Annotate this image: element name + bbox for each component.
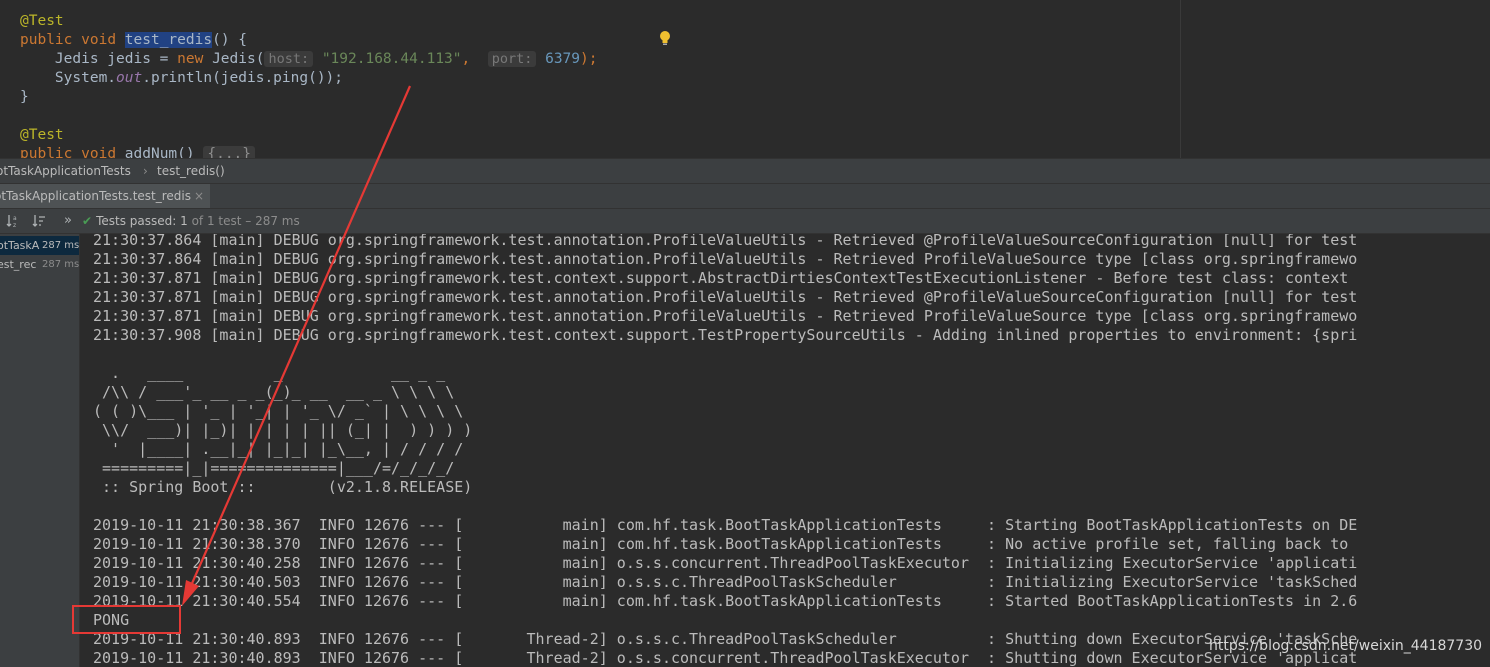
annotation-text: @Test [20,13,64,29]
param-hint-port: port: [487,51,537,67]
test-toolbar: a z » ✔ Tests passed: 1 of 1 test – 287 m… [0,208,1490,234]
annotation-text: @Test [20,127,64,143]
tab-label: otTaskApplicationTests.test_redis [0,189,191,203]
console-line: 21:30:37.871 [main] DEBUG org.springfram… [93,288,1358,306]
console-line: 2019-10-11 21:30:40.554 INFO 12676 --- [… [93,592,1358,610]
method-name: addNum() [124,146,195,158]
code-text: .println(jedis.ping()); [142,70,344,86]
console-line: 2019-10-11 21:30:40.258 INFO 12676 --- [… [93,554,1358,572]
string-literal: "192.168.44.113" [321,51,462,67]
code-line-1[interactable]: @Test [20,12,64,31]
code-text: Jedis jedis = [54,51,178,67]
code-line-5[interactable]: } [20,88,29,107]
console-line: 2019-10-11 21:30:40.893 INFO 12676 --- [… [93,630,1358,648]
console-line: 2019-10-11 21:30:38.367 INFO 12676 --- [… [93,516,1358,534]
spring-banner-line: \\/ ___)| |_)| | | | | || (_| | ) ) ) ) [93,421,473,439]
keyword-void: void [81,146,117,158]
status-suffix: of 1 test – 287 ms [191,214,300,228]
test-status: ✔ Tests passed: 1 of 1 test – 287 ms [82,209,300,233]
keyword-public: public [20,32,73,48]
sort-alpha-icon[interactable]: a z [6,214,20,228]
breadcrumb-method[interactable]: test_redis() [157,159,225,183]
tree-item-time: 287 ms [42,240,80,251]
lightbulb-icon[interactable] [659,30,671,46]
right-margin-guide [1180,0,1181,158]
breadcrumb-separator: › [143,164,148,178]
spring-banner-line: ' |____| .__|_| |_|_| |_\__, | / / / / [93,440,464,458]
spring-banner-line: :: Spring Boot :: (v2.1.8.RELEASE) [93,478,473,496]
status-prefix: Tests passed: [96,214,177,228]
console-line: 2019-10-11 21:30:40.503 INFO 12676 --- [… [93,573,1358,591]
code-comma: , [461,51,471,67]
console-line: 2019-10-11 21:30:38.370 INFO 12676 --- [… [93,535,1349,553]
method-name-selected[interactable]: test_redis [124,32,213,48]
breadcrumb: otTaskApplicationTests › test_redis() [0,158,1490,183]
console-output[interactable]: 21:30:37.864 [main] DEBUG org.springfram… [81,234,1490,667]
sort-duration-icon[interactable] [32,214,46,228]
watermark-text: https://blog.csdn.net/weixin_44187730 [1209,638,1483,654]
tab-run-test-redis[interactable]: otTaskApplicationTests.test_redis × [0,184,210,208]
spring-banner-line: ( ( )\___ | '_ | '_| | '_ \/ _` | \ \ \ … [93,402,464,420]
tree-item-method[interactable]: est_rec 287 ms [0,255,80,274]
code-text: ); [580,51,598,67]
console-line: 21:30:37.864 [main] DEBUG org.springfram… [93,250,1358,268]
number-literal: 6379 [545,51,581,67]
code-line-7[interactable]: public void addNum() {...} [20,145,256,158]
tree-item-label: est_rec [0,258,37,271]
breadcrumb-class[interactable]: otTaskApplicationTests [0,159,131,183]
highlight-box [72,605,181,634]
spring-banner-line: . ____ _ __ _ _ [93,364,446,382]
test-tree: otTaskA 287 ms est_rec 287 ms [0,234,80,667]
code-line-3[interactable]: Jedis jedis = new Jedis(host: "192.168.4… [20,50,597,69]
folded-code-marker[interactable]: {...} [203,146,256,158]
console-line: 2019-10-11 21:30:40.893 INFO 12676 --- [… [93,649,1358,667]
code-line-4[interactable]: System.out.println(jedis.ping()); [20,69,343,88]
check-icon: ✔ [82,214,93,228]
console-line: 21:30:37.871 [main] DEBUG org.springfram… [93,307,1358,325]
more-actions-icon[interactable]: » [64,209,72,233]
static-field: out [116,70,143,86]
close-icon[interactable]: × [194,184,204,208]
spring-banner-line: =========|_|==============|___/=/_/_/_/ [93,459,455,477]
console-line: 21:30:37.864 [main] DEBUG org.springfram… [93,234,1358,249]
code-text: Jedis( [203,51,265,67]
run-tab-bar: otTaskApplicationTests.test_redis × [0,183,1490,208]
svg-text:a: a [13,215,17,222]
status-count: 1 [180,214,188,228]
code-editor[interactable]: @Test public void test_redis() { Jedis j… [0,0,1490,158]
keyword-public: public [20,146,73,158]
tree-item-class[interactable]: otTaskA 287 ms [0,236,80,255]
code-text: } [20,89,29,105]
tree-item-time: 287 ms [42,259,80,270]
console-line: 21:30:37.871 [main] DEBUG org.springfram… [93,269,1349,287]
keyword-void: void [81,32,117,48]
param-hint-host: host: [264,51,314,67]
code-line-6[interactable]: @Test [20,126,64,145]
keyword-new: new [177,51,204,67]
tree-item-label: otTaskA [0,239,40,252]
console-line: 21:30:37.908 [main] DEBUG org.springfram… [93,326,1358,344]
code-line-2[interactable]: public void test_redis() { [20,31,247,50]
code-text: () { [212,32,248,48]
code-text: System. [54,70,117,86]
svg-text:z: z [13,222,16,228]
spring-banner-line: /\\ / ___'_ __ _ _(_)_ __ __ _ \ \ \ \ [93,383,455,401]
